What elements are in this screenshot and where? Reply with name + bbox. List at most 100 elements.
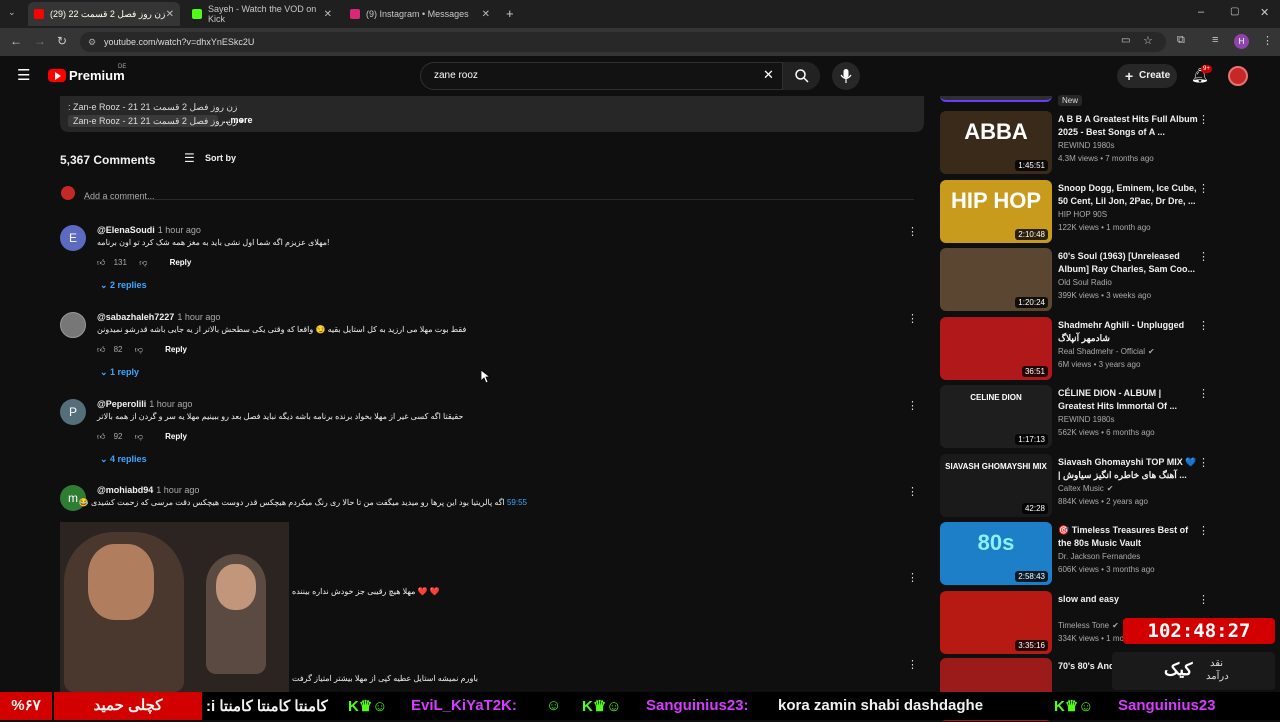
tab-list-icon[interactable]: ⌄ xyxy=(8,7,16,18)
channel-name[interactable]: REWIND 1980s xyxy=(1058,415,1114,424)
tab-kick[interactable]: Sayeh - Watch the VOD on Kick ✕ xyxy=(186,2,338,26)
add-comment-input[interactable]: Add a comment... xyxy=(84,186,914,201)
channel-name[interactable]: Old Soul Radio xyxy=(1058,278,1112,287)
minimize-icon[interactable]: – xyxy=(1198,6,1204,18)
video-title[interactable]: CÉLINE DION - ALBUM | Greatest Hits Immo… xyxy=(1058,387,1198,413)
comment-avatar[interactable]: P xyxy=(60,399,86,425)
cast-icon[interactable]: ▭ xyxy=(1121,35,1130,46)
video-thumbnail[interactable]: 80s 2:58:43 xyxy=(940,522,1052,585)
maximize-icon[interactable]: ▢ xyxy=(1230,6,1239,17)
comment-time[interactable]: 1 hour ago xyxy=(158,225,201,235)
forward-icon[interactable]: → xyxy=(34,34,46,48)
video-title[interactable]: slow and easy xyxy=(1058,593,1198,606)
video-menu-icon[interactable]: ⋮ xyxy=(1198,387,1209,400)
timestamp-link[interactable]: 59:55 xyxy=(507,498,527,507)
comment-menu-icon[interactable]: ⋮ xyxy=(907,399,918,412)
browser-menu-icon[interactable]: ⋮ xyxy=(1262,34,1273,47)
channel-name[interactable]: HIP HOP 90S xyxy=(1058,210,1107,219)
video-title[interactable]: Snoop Dogg, Eminem, Ice Cube, 50 Cent, L… xyxy=(1058,182,1198,208)
related-video-item[interactable]: ABBA 1:45:51 A B B A Greatest Hits Full Al… xyxy=(940,111,1270,175)
view-replies-button[interactable]: ⌄ 2 replies xyxy=(100,280,147,291)
description-box[interactable]: : Zan-e Rooz - 21 زن روز فصل 2 قسمت 21 Z… xyxy=(60,96,924,132)
close-tab-icon[interactable]: ✕ xyxy=(482,9,490,20)
comment-avatar[interactable] xyxy=(60,312,86,338)
author-name[interactable]: @mohiabd94 xyxy=(97,485,153,495)
related-video-item[interactable]: 36:51 Shadmehr Aghili - Unplugged شادمهر … xyxy=(940,317,1270,381)
comment-time[interactable]: 1 hour ago xyxy=(149,399,192,409)
like-icon[interactable]: 👍︎ xyxy=(97,432,105,441)
close-tab-icon[interactable]: ✕ xyxy=(166,9,174,20)
channel-name[interactable]: Caltex Music ✔ xyxy=(1058,484,1114,493)
video-menu-icon[interactable]: ⋮ xyxy=(1198,524,1209,537)
hamburger-menu-icon[interactable]: ☰ xyxy=(17,66,30,84)
bookmark-star-icon[interactable]: ☆ xyxy=(1143,34,1153,47)
author-name[interactable]: @ElenaSoudi xyxy=(97,225,155,235)
like-icon[interactable]: 👍︎ xyxy=(97,258,105,267)
video-menu-icon[interactable]: ⋮ xyxy=(1198,319,1209,332)
reply-button[interactable]: Reply xyxy=(165,432,187,441)
comment-menu-icon[interactable]: ⋮ xyxy=(907,485,918,498)
channel-name[interactable]: Dr. Jackson Fernandes xyxy=(1058,552,1140,561)
video-thumbnail[interactable]: 36:51 xyxy=(940,317,1052,380)
video-thumbnail[interactable]: SIAVASH GHOMAYSHI MIX 42:28 xyxy=(940,454,1052,517)
related-video-item[interactable]: SIAVASH GHOMAYSHI MIX 42:28 Siavash Ghomay… xyxy=(940,454,1270,518)
reply-button[interactable]: Reply xyxy=(165,345,187,354)
video-thumbnail[interactable]: 3:35:16 xyxy=(940,591,1052,654)
channel-name[interactable]: Timeless Tone ✔ xyxy=(1058,621,1119,630)
related-video-item[interactable]: 1:20:24 60's Soul (1963) [Unreleased Albu… xyxy=(940,248,1270,312)
reload-icon[interactable]: ↻ xyxy=(57,34,67,48)
video-title[interactable]: Siavash Ghomayshi TOP MIX 💙 | آهنگ های خ… xyxy=(1058,456,1198,482)
comment-time[interactable]: 1 hour ago xyxy=(156,485,199,495)
related-video-item[interactable]: 80s 2:58:43 🎯 Timeless Treasures Best of t… xyxy=(940,522,1270,586)
channel-name[interactable]: Real Shadmehr - Official ✔ xyxy=(1058,347,1155,356)
comment-menu-icon[interactable]: ⋮ xyxy=(907,571,918,584)
video-thumbnail[interactable]: HIP HOP 2:10:48 xyxy=(940,180,1052,243)
comment-author[interactable]: @Peperolili 1 hour ago xyxy=(97,399,192,409)
comment-menu-icon[interactable]: ⋮ xyxy=(907,658,918,671)
create-button[interactable]: + Create xyxy=(1117,64,1177,88)
like-icon[interactable]: 👍︎ xyxy=(97,345,105,354)
comment-author[interactable]: @sabazhaleh7227 1 hour ago xyxy=(97,312,220,322)
video-thumbnail[interactable]: 1:20:24 xyxy=(940,248,1052,311)
video-title[interactable]: Shadmehr Aghili - Unplugged شادمهر آنپلا… xyxy=(1058,319,1198,345)
comment-menu-icon[interactable]: ⋮ xyxy=(907,312,918,325)
reply-button[interactable]: Reply xyxy=(170,258,192,267)
account-avatar[interactable] xyxy=(1228,66,1248,86)
video-title[interactable]: 60's Soul (1963) [Unreleased Album] Ray … xyxy=(1058,250,1198,276)
comment-time[interactable]: 1 hour ago xyxy=(177,312,220,322)
reading-list-icon[interactable]: ≡ xyxy=(1212,34,1218,46)
profile-avatar[interactable]: H xyxy=(1234,34,1249,49)
search-input[interactable]: zane rooz xyxy=(420,62,820,90)
comment-author[interactable]: @ElenaSoudi 1 hour ago xyxy=(97,225,201,235)
video-thumbnail[interactable]: CELINE DION 1:17:13 xyxy=(940,385,1052,448)
video-menu-icon[interactable]: ⋮ xyxy=(1198,113,1209,126)
video-menu-icon[interactable]: ⋮ xyxy=(1198,182,1209,195)
new-tab-icon[interactable]: + xyxy=(506,6,514,21)
address-bar[interactable]: ⚙ youtube.com/watch?v=dhxYnESkc2U xyxy=(80,32,1166,52)
video-title[interactable]: 🎯 Timeless Treasures Best of the 80s Mus… xyxy=(1058,524,1198,550)
dislike-icon[interactable]: 👎︎ xyxy=(135,432,143,441)
comment-menu-icon[interactable]: ⋮ xyxy=(907,225,918,238)
video-thumbnail[interactable]: ABBA 1:45:51 xyxy=(940,111,1052,174)
show-more-link[interactable]: ...more xyxy=(223,115,253,125)
dislike-icon[interactable]: 👎︎ xyxy=(139,258,147,267)
related-video-item[interactable]: CELINE DION 1:17:13 CÉLINE DION - ALBUM | … xyxy=(940,385,1270,449)
clear-search-icon[interactable]: ✕ xyxy=(763,67,774,83)
partial-thumbnail[interactable] xyxy=(940,96,1052,102)
channel-name[interactable]: REWIND 1980s xyxy=(1058,141,1114,150)
back-icon[interactable]: ← xyxy=(10,34,22,48)
comment-author[interactable]: @mohiabd94 1 hour ago xyxy=(97,485,199,495)
view-replies-button[interactable]: ⌄ 1 reply xyxy=(100,367,139,378)
close-tab-icon[interactable]: ✕ xyxy=(324,9,332,20)
related-video-item[interactable]: HIP HOP 2:10:48 Snoop Dogg, Eminem, Ice Cu… xyxy=(940,180,1270,244)
close-window-icon[interactable]: ✕ xyxy=(1260,6,1269,19)
dislike-icon[interactable]: 👎︎ xyxy=(135,345,143,354)
author-name[interactable]: @sabazhaleh7227 xyxy=(97,312,174,322)
tab-youtube[interactable]: (29) زن روز فصل 2 قسمت 22 ✕ xyxy=(28,2,180,26)
site-info-icon[interactable]: ⚙ xyxy=(88,32,96,52)
search-button[interactable] xyxy=(782,62,820,90)
video-menu-icon[interactable]: ⋮ xyxy=(1198,593,1209,606)
extensions-icon[interactable]: ⧉ xyxy=(1177,34,1185,47)
video-menu-icon[interactable]: ⋮ xyxy=(1198,456,1209,469)
video-title[interactable]: A B B A Greatest Hits Full Album 2025 - … xyxy=(1058,113,1198,139)
